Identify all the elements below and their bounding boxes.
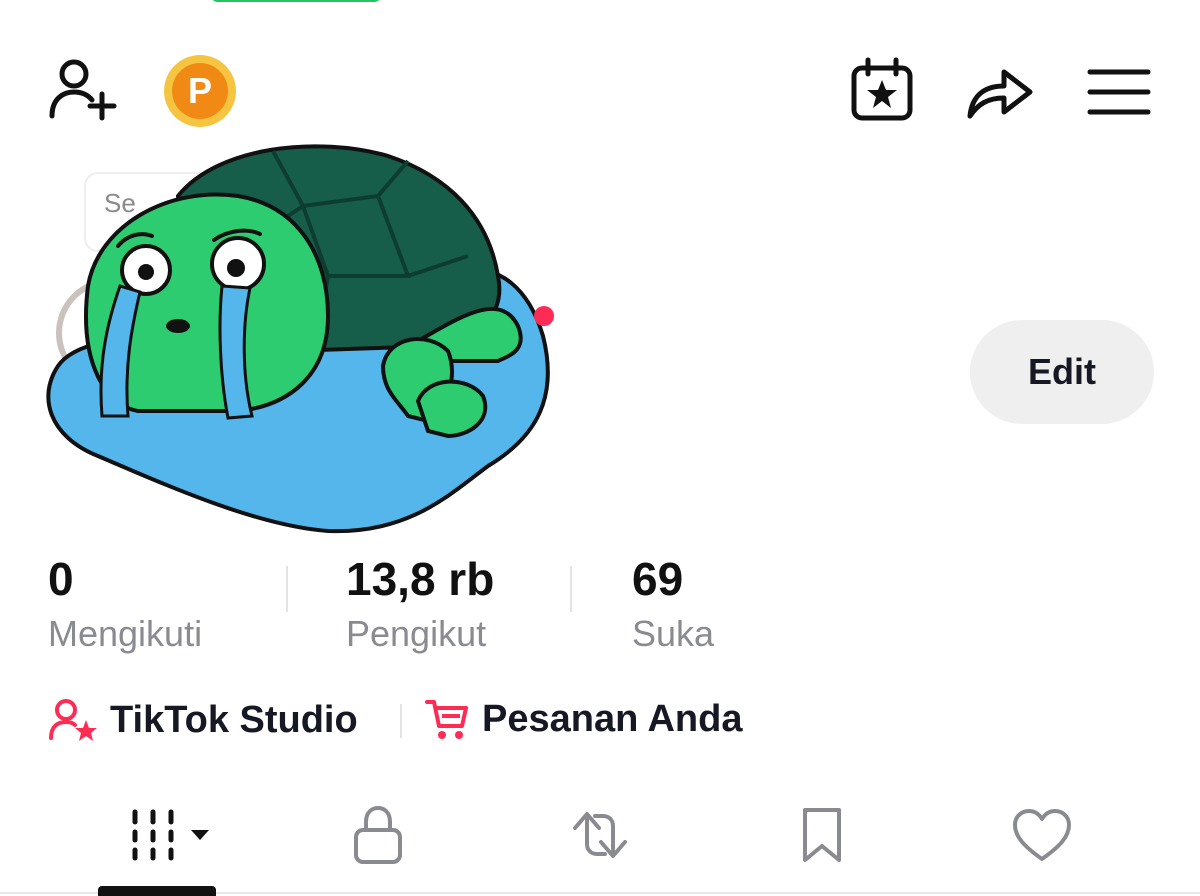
points-label: P [172,63,228,119]
status-pill [210,0,382,2]
heart-icon [1013,809,1071,861]
studio-user-star-icon [49,699,97,741]
share-arrow-icon[interactable] [962,58,1038,124]
stat-followers[interactable]: 13,8 rb Pengikut [346,556,494,652]
calendar-star-icon[interactable] [846,56,918,124]
tab-private[interactable] [340,800,416,870]
repost-icon [573,812,627,858]
cart-icon [425,700,468,739]
bookmark-icon [803,808,841,862]
lock-icon [354,805,402,864]
orders-link[interactable]: Pesanan Anda [424,696,742,742]
likes-count: 69 [632,553,684,605]
stat-following[interactable]: 0 Mengikuti [48,556,202,652]
likes-label: Suka [632,613,715,654]
points-coin-icon[interactable]: P [164,55,236,127]
hamburger-menu-icon[interactable] [1084,60,1154,124]
tiktok-studio-label: TikTok Studio [110,698,358,741]
stat-divider [570,566,572,612]
tab-liked[interactable] [1006,800,1078,870]
avatar[interactable] [28,136,558,536]
followers-label: Pengikut [346,613,487,654]
tiktok-studio-link[interactable]: TikTok Studio [48,696,358,744]
active-tab-indicator [98,886,216,896]
tab-videos[interactable] [110,800,220,870]
tab-saved[interactable] [790,800,854,870]
followers-count: 13,8 rb [346,553,495,605]
orders-label: Pesanan Anda [482,697,743,740]
following-label: Mengikuti [48,613,203,654]
add-user-icon[interactable] [44,56,120,124]
following-count: 0 [48,553,74,605]
edit-profile-button[interactable]: Edit [970,320,1154,424]
tab-reposts[interactable] [560,800,640,870]
grid-videos-icon [132,809,209,861]
stat-divider [286,566,288,612]
stat-likes[interactable]: 69 Suka [632,556,714,652]
shortcut-divider [400,704,402,738]
online-status-dot [534,306,554,326]
